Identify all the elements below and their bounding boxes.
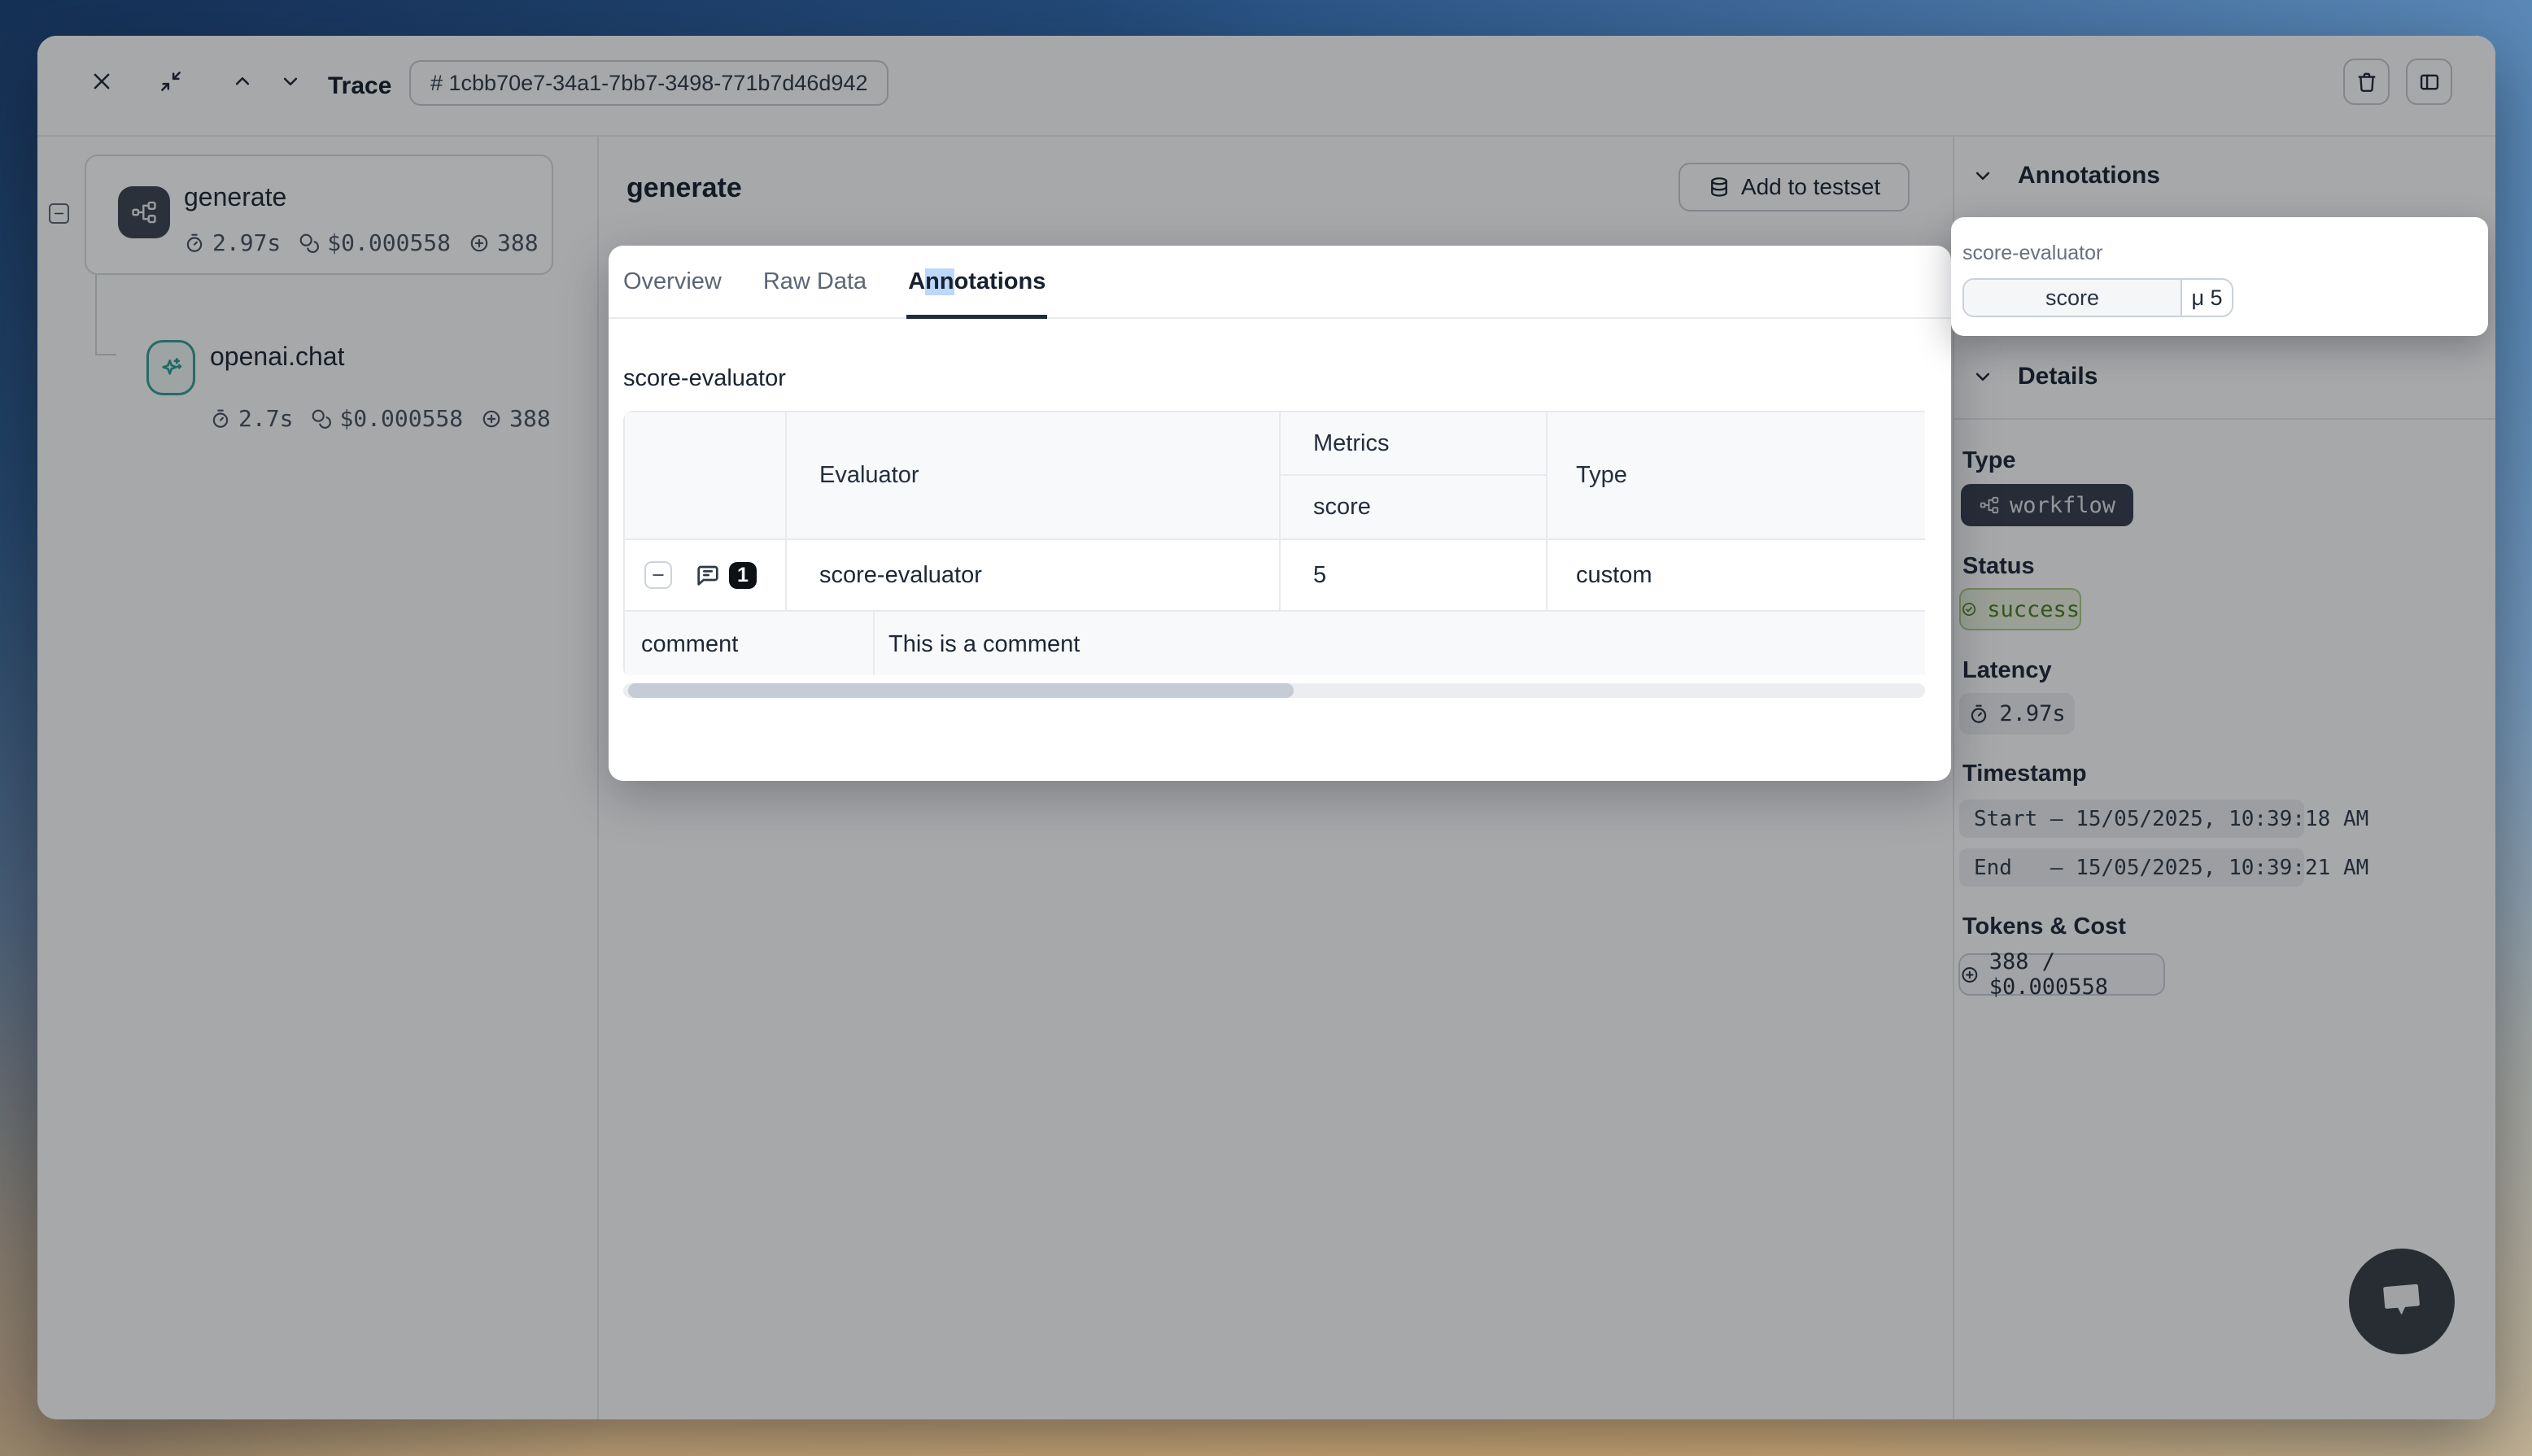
comment-value: This is a comment — [875, 612, 1925, 675]
popover-evaluator-label: score-evaluator — [1962, 242, 2102, 265]
row-score-cell: 5 — [1281, 538, 1548, 610]
header-evaluator: Evaluator — [787, 412, 1281, 538]
row-evaluator-cell: score-evaluator — [787, 538, 1281, 610]
header-type: Type — [1548, 412, 1925, 538]
trace-window: Trace # 1cbb70e7-34a1-7bb7-3498-771b7d46… — [37, 36, 2495, 1419]
comment-count-badge: 1 — [729, 562, 757, 589]
annotations-table-wrap: Evaluator Metrics Type score 1 score-eva… — [623, 411, 1925, 675]
comment-row: comment This is a comment — [625, 610, 1925, 675]
text-selection: nn — [925, 268, 954, 295]
table-horizontal-scrollbar[interactable] — [623, 683, 1925, 698]
row-type-cell: custom — [1548, 538, 1925, 610]
comment-key: comment — [625, 612, 875, 675]
tab-overview[interactable]: Overview — [622, 246, 723, 317]
metric-name-chip[interactable]: score — [1964, 280, 2182, 316]
score-metric-control[interactable]: score μ 5 — [1962, 278, 2233, 317]
collapse-row-button[interactable] — [644, 561, 672, 589]
comment-icon[interactable] — [695, 562, 721, 588]
annotations-table: Evaluator Metrics Type score 1 score-eva… — [623, 411, 1925, 675]
tab-raw-data[interactable]: Raw Data — [762, 246, 868, 317]
header-metrics: Metrics — [1281, 412, 1548, 476]
header-metric-score: score — [1281, 476, 1548, 538]
evaluator-section-title: score-evaluator — [623, 365, 786, 392]
row-actions-cell: 1 — [625, 538, 787, 610]
desktop-background: Trace # 1cbb70e7-34a1-7bb7-3498-771b7d46… — [0, 0, 2532, 1456]
annotations-popover: score-evaluator score μ 5 — [1951, 217, 2488, 336]
tab-bar: Overview Raw Data Annotations — [609, 246, 1951, 319]
tab-annotations[interactable]: Annotations — [906, 246, 1047, 317]
span-detail-card: Overview Raw Data Annotations score-eval… — [609, 246, 1951, 781]
scrollbar-thumb[interactable] — [628, 683, 1294, 698]
metric-mean-value: μ 5 — [2182, 280, 2232, 316]
minus-icon — [650, 567, 666, 583]
header-actions — [625, 412, 787, 538]
